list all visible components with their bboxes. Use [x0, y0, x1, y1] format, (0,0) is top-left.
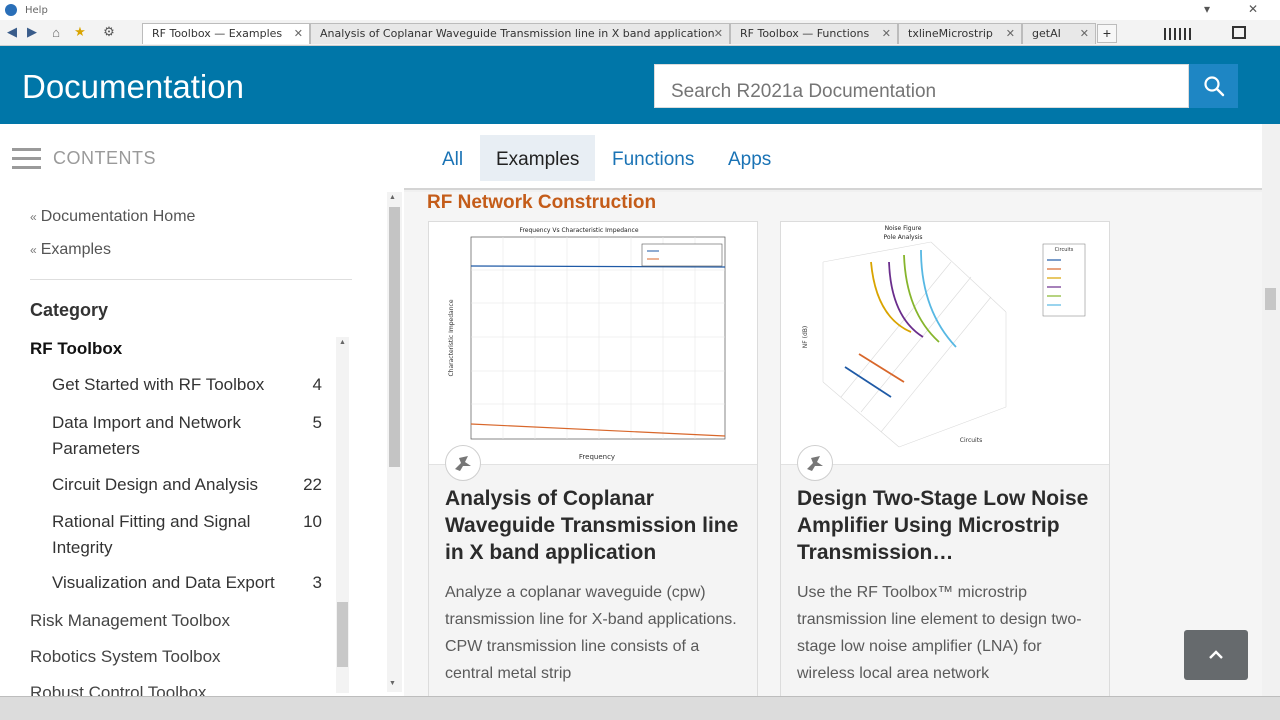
example-type-icon — [797, 445, 833, 481]
help-app-icon — [5, 4, 17, 16]
page-scrollbar[interactable] — [1262, 124, 1280, 696]
close-tab-icon[interactable]: ✕ — [294, 27, 303, 40]
svg-text:Characteristic Impedance: Characteristic Impedance — [448, 299, 455, 376]
plot-image: Noise Figure Pole Analysis Circuits Circ… — [802, 225, 1086, 448]
sidebar-scrollbar[interactable]: ▲ ▼ — [387, 192, 402, 692]
nav-documentation-home[interactable]: «Documentation Home — [30, 208, 195, 226]
tab-coplanar-waveguide[interactable]: Analysis of Coplanar Waveguide Transmiss… — [310, 23, 730, 44]
chevron-up-icon — [1209, 650, 1223, 659]
category-scrollbar[interactable]: ▲ — [336, 337, 349, 693]
close-tab-icon[interactable]: ✕ — [882, 27, 891, 40]
filter-tabs-bar: All Examples Functions Apps — [404, 124, 1262, 190]
scroll-up-arrow-icon[interactable]: ▲ — [389, 194, 396, 201]
category-item[interactable]: Circuit Design and Analysis 22 — [52, 472, 322, 498]
category-count: 5 — [312, 413, 322, 432]
svg-text:Pole Analysis: Pole Analysis — [883, 234, 922, 241]
examples-content: RF Network Construction Frequency Vs Cha… — [404, 192, 1262, 701]
minimize-button[interactable]: ▾ — [1204, 2, 1210, 16]
svg-text:Circuits: Circuits — [1055, 247, 1074, 253]
page-title: Documentation — [22, 68, 244, 105]
tab-label: RF Toolbox — Functions — [740, 27, 870, 40]
tab-label: txlineMicrostrip — [908, 27, 993, 40]
example-card[interactable]: Frequency Vs Characteristic Impedance Fr… — [428, 221, 758, 701]
favorites-star-icon[interactable]: ★ — [72, 24, 88, 40]
card-description: Use the RF Toolbox™ microstrip transmiss… — [797, 584, 1082, 682]
search-input[interactable] — [654, 64, 1189, 108]
scrollbar-thumb[interactable] — [337, 602, 348, 667]
tab-examples[interactable]: Examples — [480, 135, 596, 181]
maximize-icon[interactable] — [1232, 26, 1246, 39]
close-tab-icon[interactable]: ✕ — [714, 27, 723, 40]
close-window-button[interactable]: ✕ — [1248, 2, 1258, 16]
svg-text:NF (dB): NF (dB) — [802, 326, 809, 348]
forward-arrow-icon[interactable]: ▶ — [24, 24, 40, 40]
scrollbar-thumb[interactable] — [1265, 288, 1276, 310]
category-count: 4 — [312, 375, 322, 394]
section-title: RF Network Construction — [427, 192, 657, 213]
search-icon — [1203, 76, 1224, 97]
card-title[interactable]: Analysis of Coplanar Waveguide Transmiss… — [445, 485, 745, 566]
category-count: 22 — [303, 475, 322, 494]
tab-txlinemicrostrip[interactable]: txlineMicrostrip ✕ — [898, 23, 1022, 44]
svg-text:Circuits: Circuits — [960, 437, 982, 444]
window-titlebar: Help ▾ ✕ — [0, 0, 1280, 20]
contents-sidebar: CONTENTS «Documentation Home «Examples C… — [0, 124, 404, 696]
sidebar-divider — [30, 279, 352, 280]
chevron-left-icon: « — [30, 243, 37, 257]
svg-text:Frequency: Frequency — [579, 453, 615, 461]
search-button[interactable] — [1189, 64, 1238, 108]
category-count: 10 — [303, 512, 322, 531]
status-bar — [0, 696, 1280, 720]
category-heading: Category — [30, 300, 109, 320]
scroll-down-arrow-icon[interactable]: ▼ — [389, 680, 396, 687]
category-item[interactable]: Get Started with RF Toolbox 4 — [52, 372, 322, 398]
close-tab-icon[interactable]: ✕ — [1006, 27, 1015, 40]
tab-apps[interactable]: Apps — [712, 135, 787, 181]
contents-label: CONTENTS — [53, 148, 156, 168]
svg-text:Noise Figure: Noise Figure — [885, 225, 922, 232]
chevron-left-icon: « — [30, 210, 37, 224]
card-description: Analyze a coplanar waveguide (cpw) trans… — [445, 584, 737, 682]
category-item[interactable]: Rational Fitting and Signal Integrity 10 — [52, 509, 322, 561]
tab-label: getAI — [1032, 27, 1061, 40]
close-tab-icon[interactable]: ✕ — [1080, 27, 1089, 40]
tab-label: Analysis of Coplanar Waveguide Transmiss… — [320, 27, 715, 40]
nav-examples[interactable]: «Examples — [30, 241, 111, 259]
new-tab-button[interactable]: + — [1097, 24, 1117, 43]
scroll-up-arrow-icon[interactable]: ▲ — [336, 339, 349, 346]
tab-all[interactable]: All — [426, 135, 479, 181]
browser-toolbar: ◀ ▶ ⌂ ★ ⚙ RF Toolbox — Examples ✕ Analys… — [0, 20, 1280, 46]
home-icon[interactable]: ⌂ — [48, 24, 64, 40]
tab-functions[interactable]: Functions — [596, 135, 710, 181]
category-item[interactable]: Visualization and Data Export 3 — [52, 570, 322, 596]
plot-image: Frequency Vs Characteristic Impedance Fr… — [448, 227, 726, 461]
tab-rf-toolbox-examples[interactable]: RF Toolbox — Examples ✕ — [142, 23, 310, 44]
back-arrow-icon[interactable]: ◀ — [4, 24, 20, 40]
scrollbar-thumb[interactable] — [389, 207, 400, 467]
tab-label: RF Toolbox — Examples — [152, 27, 283, 40]
documentation-header: Documentation — [0, 46, 1280, 124]
tab-rf-toolbox-functions[interactable]: RF Toolbox — Functions ✕ — [730, 23, 898, 44]
tab-getai[interactable]: getAI ✕ — [1022, 23, 1096, 44]
line-plot-thumbnail: Frequency Vs Characteristic Impedance Fr… — [429, 222, 757, 465]
card-title[interactable]: Design Two-Stage Low Noise Amplifier Usi… — [797, 485, 1097, 566]
category-item[interactable]: Data Import and Network Parameters 5 — [52, 410, 322, 462]
tile-view-icon[interactable] — [1164, 27, 1204, 40]
category-count: 3 — [312, 573, 322, 592]
back-to-top-button[interactable] — [1184, 630, 1248, 680]
menu-icon[interactable] — [12, 148, 41, 175]
window-title: Help — [25, 4, 48, 16]
category-group-rf-toolbox[interactable]: RF Toolbox — [30, 339, 122, 359]
svg-text:Frequency Vs Characteristic Im: Frequency Vs Characteristic Impedance — [519, 227, 638, 234]
example-type-icon — [445, 445, 481, 481]
example-card[interactable]: Noise Figure Pole Analysis Circuits Circ… — [780, 221, 1110, 701]
toolbox-item[interactable]: Robotics System Toolbox — [30, 647, 221, 667]
toolbox-item[interactable]: Robust Control Toolbox — [30, 683, 206, 696]
settings-gear-icon[interactable]: ⚙ — [101, 24, 117, 40]
3d-plot-thumbnail: Noise Figure Pole Analysis Circuits Circ… — [781, 222, 1109, 465]
toolbox-item[interactable]: Risk Management Toolbox — [30, 611, 230, 631]
